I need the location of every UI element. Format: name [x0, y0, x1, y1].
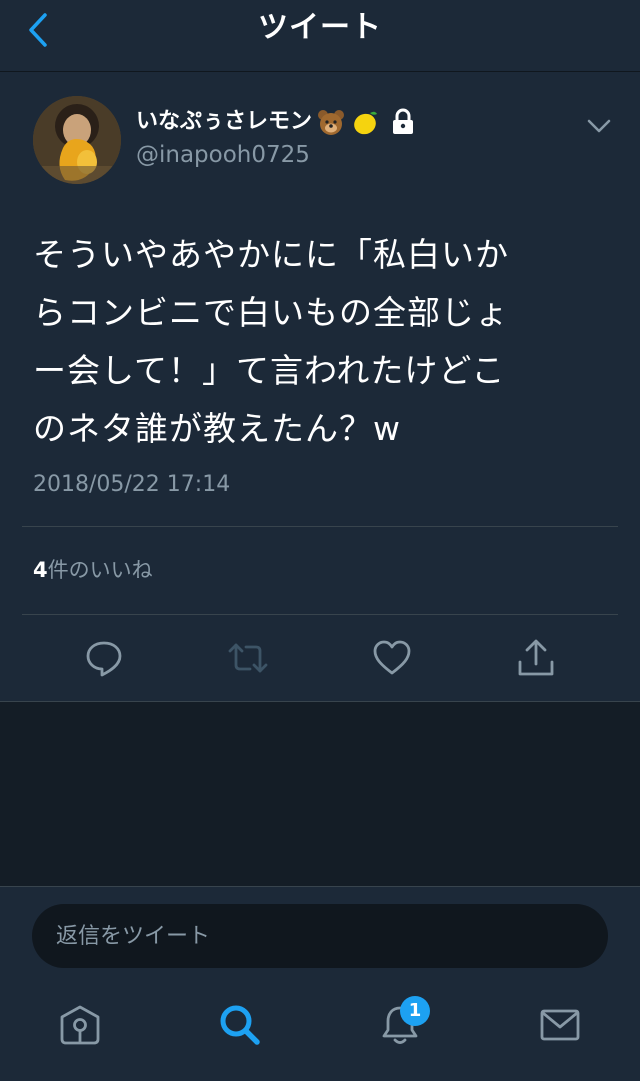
bottom-panel: 1 [0, 886, 640, 1081]
name-row: いなぷぅさレモン [136, 106, 416, 138]
likes-count: 4 [33, 558, 48, 582]
top-bar: ツイート [0, 0, 640, 72]
timestamp: 2018/05/22 17:14 [33, 472, 231, 497]
tab-bar: 1 [0, 989, 640, 1079]
likes-link[interactable]: 4件のいいね [33, 554, 153, 586]
retweet-button[interactable] [226, 636, 270, 680]
tab-messages[interactable] [530, 995, 590, 1055]
page-title: ツイート [258, 10, 382, 45]
display-name[interactable]: いなぷぅさレモン [136, 107, 312, 137]
tweet-text: そういやあやかにに「私白いか らコンビニで白いもの全部じょ ー会して！」て言われ… [33, 235, 509, 448]
like-button[interactable] [370, 636, 414, 680]
tab-home[interactable] [50, 995, 110, 1055]
bear-emoji-icon [318, 110, 345, 135]
tab-search[interactable] [210, 995, 270, 1055]
action-bar [0, 632, 640, 684]
chevron-down-icon [587, 119, 611, 133]
lemon-emoji-icon [354, 111, 378, 135]
tweet-detail: いなぷぅさレモン @inapooh0725 そういやあやかにに「私白いか らコン… [0, 72, 640, 702]
retweet-icon [228, 643, 268, 673]
notification-badge: 1 [400, 996, 430, 1026]
home-icon [60, 1005, 100, 1045]
reply-button[interactable] [82, 636, 126, 680]
share-button[interactable] [514, 636, 558, 680]
tweet-menu-button[interactable] [584, 112, 614, 140]
divider [22, 614, 618, 615]
share-icon [518, 639, 554, 676]
search-icon [220, 1005, 260, 1045]
reply-input[interactable] [32, 904, 608, 968]
heart-icon [373, 640, 411, 675]
user-handle: @inapooh0725 [136, 142, 310, 168]
tab-notifications[interactable]: 1 [370, 995, 430, 1055]
divider [22, 526, 618, 527]
avatar[interactable] [33, 96, 121, 184]
mail-icon [540, 1009, 580, 1041]
lock-icon [393, 108, 414, 134]
likes-label: 件のいいね [47, 558, 153, 582]
reply-icon [86, 641, 122, 677]
